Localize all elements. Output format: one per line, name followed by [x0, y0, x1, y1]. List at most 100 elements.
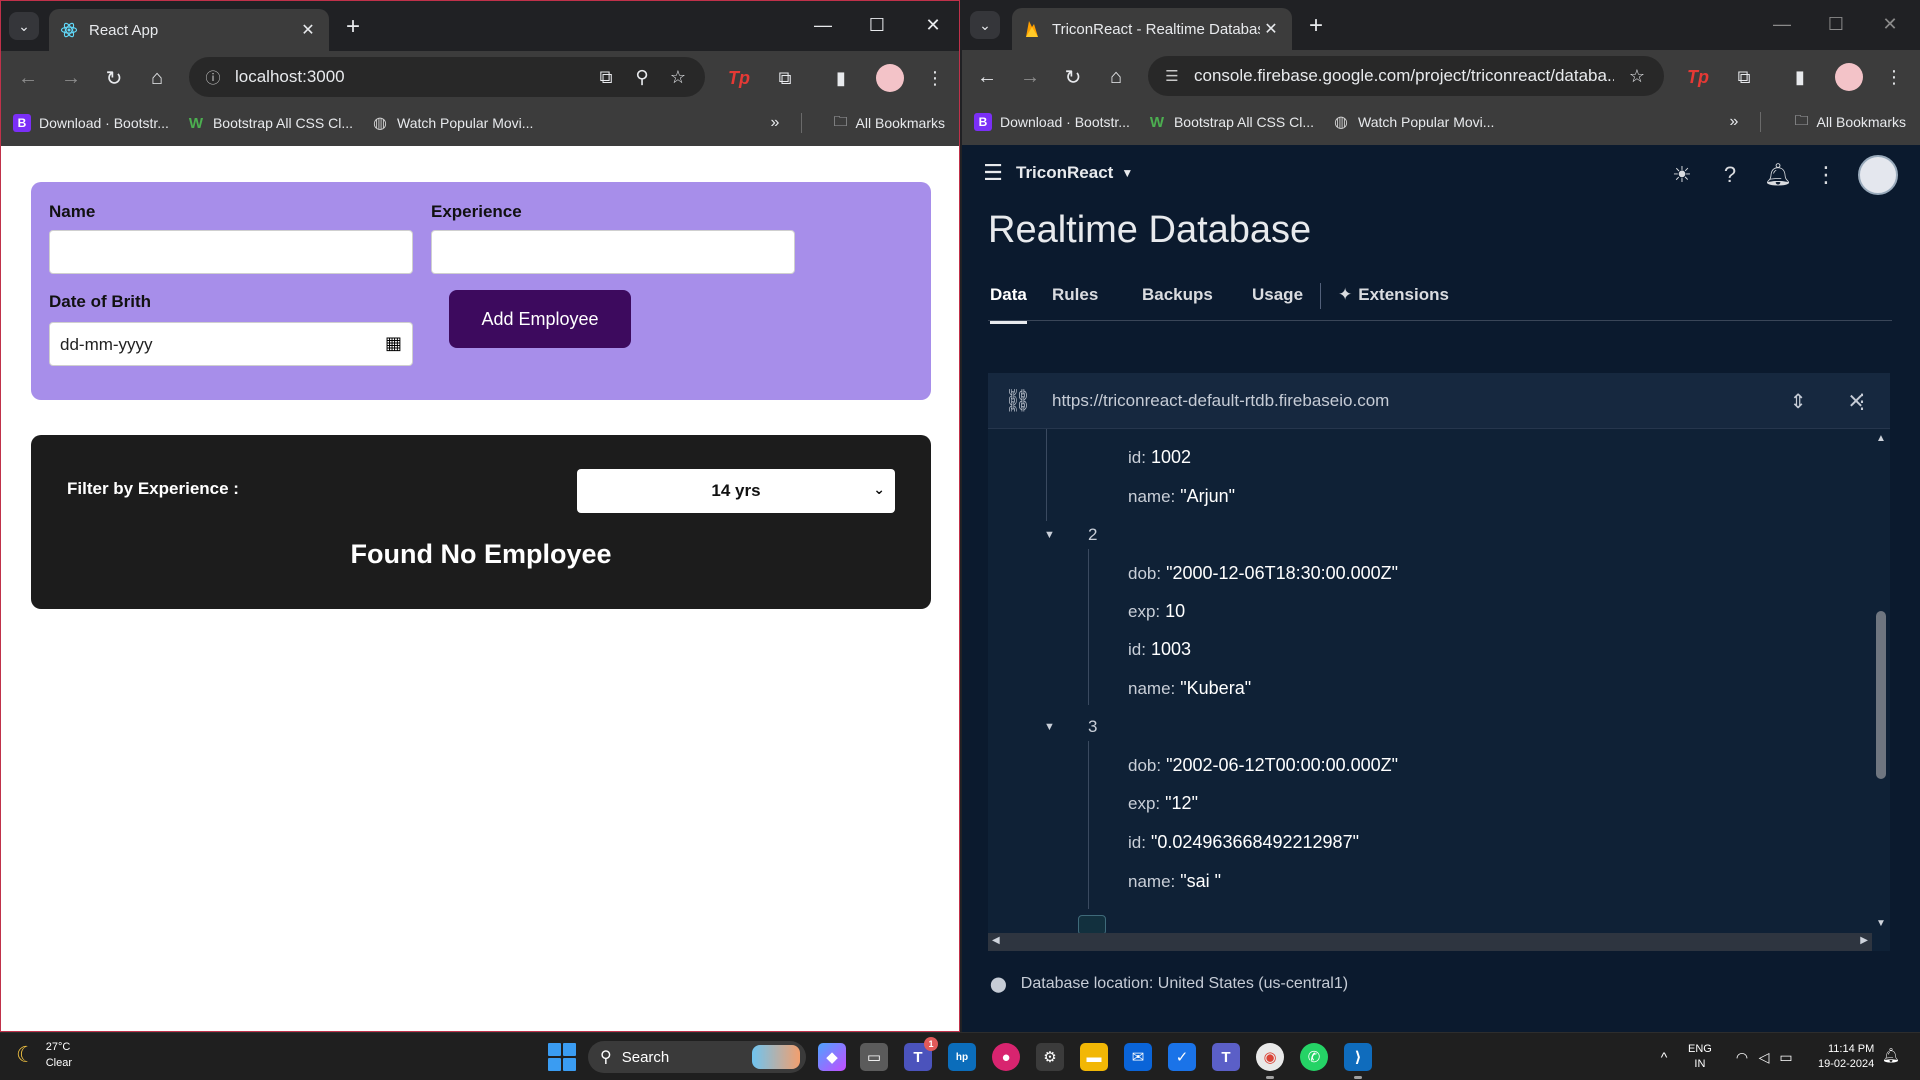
- bookmark-item[interactable]: B Download · Bootstr...: [13, 114, 169, 132]
- close-tab-icon[interactable]: ✕: [297, 19, 319, 41]
- file-explorer-icon[interactable]: ▬: [1080, 1043, 1108, 1071]
- reload-button[interactable]: ↻: [1058, 62, 1088, 92]
- whatsapp-icon[interactable]: ✆: [1300, 1043, 1328, 1071]
- profile-avatar[interactable]: [1835, 63, 1863, 91]
- name-input[interactable]: [49, 230, 413, 274]
- scroll-down-icon[interactable]: ▼: [1876, 918, 1886, 929]
- bookmark-item[interactable]: ◍ Watch Popular Movi...: [371, 114, 533, 132]
- panel-menu-icon[interactable]: ⋮: [1848, 387, 1876, 415]
- windows-start-icon[interactable]: [548, 1043, 576, 1071]
- menu-kebab-icon[interactable]: ⋮: [921, 64, 949, 92]
- task-view-icon[interactable]: ▭: [860, 1043, 888, 1071]
- expand-arrow-icon[interactable]: ▼: [1044, 529, 1055, 541]
- more-bookmarks-icon[interactable]: »: [765, 113, 785, 133]
- scroll-up-icon[interactable]: ▲: [1876, 433, 1886, 444]
- more-bookmarks-icon[interactable]: »: [1724, 112, 1744, 132]
- extensions-icon[interactable]: ⧉: [771, 64, 799, 92]
- tree-field[interactable]: name: "Kubera": [1128, 678, 1251, 699]
- tab-rules[interactable]: Rules: [1052, 285, 1098, 305]
- bookmark-item[interactable]: B Download · Bootstr...: [974, 113, 1130, 131]
- calendar-icon[interactable]: ▦: [385, 333, 402, 354]
- back-button[interactable]: ←: [972, 62, 1002, 92]
- add-child-button[interactable]: [1078, 915, 1106, 933]
- teams-icon[interactable]: T1: [904, 1037, 938, 1071]
- bookmark-star-icon[interactable]: ☆: [665, 64, 691, 90]
- mail-icon[interactable]: ✉: [1124, 1043, 1152, 1071]
- volume-icon[interactable]: ◁: [1754, 1047, 1774, 1067]
- address-bar[interactable]: ⓘ localhost:3000 ⧉ ⚲ ☆: [189, 57, 705, 97]
- tree-field[interactable]: dob: "2000-12-06T18:30:00.000Z": [1128, 563, 1398, 584]
- show-hidden-icons-icon[interactable]: ^: [1654, 1047, 1674, 1067]
- tab-search-button[interactable]: ⌄: [970, 11, 1000, 39]
- address-bar[interactable]: ☰ console.firebase.google.com/project/tr…: [1148, 56, 1664, 96]
- todo-check-icon[interactable]: ✓: [1168, 1043, 1196, 1071]
- more-options-icon[interactable]: ⋮: [1812, 161, 1840, 189]
- bookmark-item[interactable]: W Bootstrap All CSS Cl...: [1148, 113, 1314, 131]
- site-settings-icon[interactable]: ☰: [1162, 66, 1182, 86]
- tab-search-button[interactable]: ⌄: [9, 12, 39, 40]
- tab-extensions[interactable]: ✦ Extensions: [1338, 285, 1449, 305]
- notifications-bell-icon[interactable]: 🔔︎: [1882, 1047, 1900, 1064]
- tree-field[interactable]: id: 1002: [1128, 447, 1191, 468]
- scrollbar-thumb[interactable]: [1876, 611, 1886, 779]
- taskbar-search[interactable]: ⚲ Search: [588, 1041, 806, 1073]
- tree-node-2[interactable]: 2: [1088, 525, 1097, 545]
- minimize-button[interactable]: —: [1762, 8, 1802, 40]
- forward-button[interactable]: →: [56, 63, 86, 93]
- project-selector[interactable]: TriconReact ▼: [1016, 163, 1133, 183]
- bookmark-star-icon[interactable]: ☆: [1624, 63, 1650, 89]
- chrome-icon[interactable]: ◉: [1256, 1043, 1284, 1079]
- expand-all-icon[interactable]: ⇕: [1784, 387, 1812, 415]
- translate-extension-icon[interactable]: Tp: [1684, 63, 1712, 91]
- minimize-button[interactable]: —: [803, 9, 843, 41]
- notifications-bell-icon[interactable]: 🔔︎: [1764, 161, 1792, 189]
- translate-extension-icon[interactable]: Tp: [725, 64, 753, 92]
- system-clock[interactable]: 11:14 PM 19-02-2024: [1818, 1042, 1874, 1072]
- teams-chat-icon[interactable]: T: [1212, 1043, 1240, 1071]
- home-button[interactable]: ⌂: [1101, 62, 1131, 92]
- maximize-button[interactable]: ☐: [857, 9, 897, 41]
- bookmark-item[interactable]: ◍ Watch Popular Movi...: [1332, 113, 1494, 131]
- tree-field[interactable]: dob: "2002-06-12T00:00:00.000Z": [1128, 755, 1398, 776]
- wifi-icon[interactable]: ◠: [1732, 1047, 1752, 1067]
- maximize-button[interactable]: ☐: [1816, 8, 1856, 40]
- home-button[interactable]: ⌂: [142, 63, 172, 93]
- weather-widget[interactable]: ☾ 27°C Clear: [16, 1039, 72, 1071]
- close-window-button[interactable]: ✕: [913, 9, 953, 41]
- account-avatar[interactable]: [1858, 155, 1898, 195]
- site-info-icon[interactable]: ⓘ: [203, 67, 223, 87]
- close-tab-icon[interactable]: ✕: [1260, 18, 1282, 40]
- hamburger-menu-icon[interactable]: ☰: [980, 160, 1006, 185]
- add-employee-button[interactable]: Add Employee: [449, 290, 631, 348]
- all-bookmarks-button[interactable]: 🗀 All Bookmarks: [834, 103, 945, 143]
- scroll-right-icon[interactable]: ▶: [1860, 935, 1868, 946]
- forward-button[interactable]: →: [1015, 62, 1045, 92]
- horizontal-scrollbar[interactable]: ◀ ▶: [988, 933, 1872, 951]
- install-app-icon[interactable]: ⧉: [593, 64, 619, 90]
- scroll-left-icon[interactable]: ◀: [992, 935, 1000, 946]
- zoom-icon[interactable]: ⚲: [629, 64, 655, 90]
- bookmark-item[interactable]: W Bootstrap All CSS Cl...: [187, 114, 353, 132]
- tree-field[interactable]: exp: "12": [1128, 793, 1198, 814]
- tree-field[interactable]: id: 1003: [1128, 639, 1191, 660]
- back-button[interactable]: ←: [13, 63, 43, 93]
- dob-input[interactable]: dd-mm-yyyy ▦: [49, 322, 413, 366]
- battery-icon[interactable]: ▭: [1776, 1047, 1796, 1067]
- tree-field[interactable]: name: "sai ": [1128, 871, 1221, 892]
- tree-field[interactable]: name: "Arjun": [1128, 486, 1235, 507]
- vertical-scrollbar[interactable]: ▲ ▼: [1872, 429, 1890, 933]
- tab-backups[interactable]: Backups: [1142, 285, 1213, 305]
- menu-kebab-icon[interactable]: ⋮: [1880, 63, 1908, 91]
- new-tab-button[interactable]: +: [339, 13, 367, 41]
- app-circle-icon[interactable]: ●: [992, 1043, 1020, 1071]
- experience-input[interactable]: [431, 230, 795, 274]
- language-indicator[interactable]: ENG IN: [1688, 1042, 1712, 1072]
- tab-data[interactable]: Data: [990, 285, 1027, 324]
- experience-filter-select[interactable]: 14 yrs ⌄: [577, 469, 895, 513]
- tab-firebase[interactable]: TriconReact - Realtime Database ✕: [1012, 8, 1292, 50]
- help-icon[interactable]: ?: [1716, 161, 1744, 189]
- tree-field[interactable]: id: "0.024963668492212987": [1128, 832, 1359, 853]
- side-panel-icon[interactable]: ▮: [1786, 63, 1814, 91]
- extensions-icon[interactable]: ⧉: [1730, 63, 1758, 91]
- new-tab-button[interactable]: +: [1302, 12, 1330, 40]
